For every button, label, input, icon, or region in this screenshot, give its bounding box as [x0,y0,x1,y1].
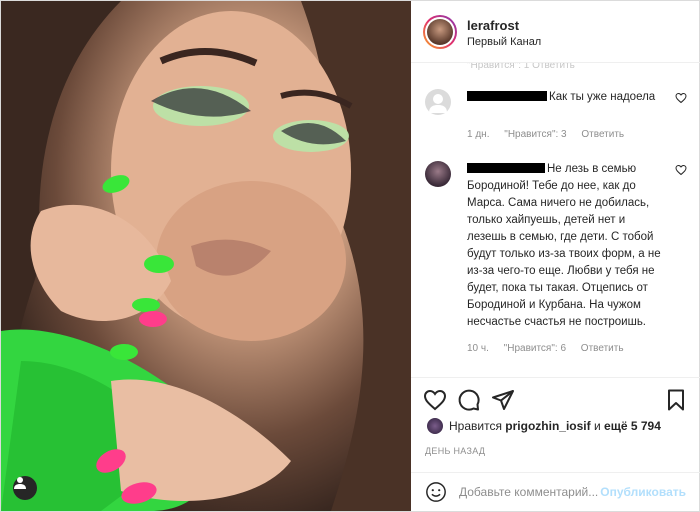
ghost-comment-meta: "Нравится": 1 Ответить [467,63,575,71]
comment-meta: 1 дн. "Нравится": 3 Ответить [467,129,636,140]
commenter-avatar[interactable] [425,161,451,187]
post-sidebar: lerafrost Первый Канал "Нравится": 1 Отв… [411,1,700,511]
post-header: lerafrost Первый Канал [411,1,700,63]
liker-username[interactable]: prigozhin_iosif [505,419,590,433]
redacted-username [467,91,547,101]
commenter-avatar[interactable] [425,89,451,115]
comment-icon[interactable] [457,388,481,412]
comment-meta: 10 ч. "Нравится": 6 Ответить [467,343,636,354]
instagram-post: lerafrost Первый Канал "Нравится": 1 Отв… [0,0,700,512]
reply-button[interactable]: Ответить [581,343,624,354]
photo-illustration [1,1,411,511]
comments-list[interactable]: "Нравится": 1 Ответить Как ты уже надоел… [411,63,700,377]
author-username[interactable]: lerafrost [467,18,519,33]
likes-count[interactable]: ещё 5 794 [604,419,661,433]
post-photo[interactable] [1,1,411,511]
tagged-users-button[interactable] [13,476,37,500]
comment-time[interactable]: 10 ч. [467,343,489,354]
reply-button[interactable]: Ответить [581,129,624,140]
likes-middle: и [593,419,601,433]
comment-likes[interactable]: "Нравится": 3 [504,129,566,140]
likes-prefix: Нравится [449,419,502,433]
liker-avatar[interactable] [427,418,443,434]
post-location[interactable]: Первый Канал [467,36,541,48]
likes-summary: Нравится prigozhin_iosif и ещё 5 794 [427,418,661,434]
emoji-icon[interactable] [425,481,447,503]
share-icon[interactable] [491,388,515,412]
person-icon [14,477,26,489]
comment-like-heart-icon[interactable] [675,92,687,104]
bookmark-icon[interactable] [664,388,688,412]
post-date[interactable]: ДЕНЬ НАЗАД [425,446,485,456]
comment-time[interactable]: 1 дн. [467,129,489,140]
comment-text: Как ты уже надоела [467,89,667,106]
comment-likes[interactable]: "Нравится": 6 [504,343,566,354]
add-comment-bar: Опубликовать [411,472,700,512]
default-avatar-icon [429,94,447,113]
redacted-username [467,163,545,173]
comment-body: Как ты уже надоела [549,91,656,103]
comment-body: Не лезь в семью Бородиной! Тебе до нее, … [467,163,661,328]
author-avatar[interactable] [423,15,457,49]
heart-icon[interactable] [423,388,447,412]
comment-text: Не лезь в семью Бородиной! Тебе до нее, … [467,161,667,331]
post-actions: Нравится prigozhin_iosif и ещё 5 794 ДЕН… [411,377,700,511]
comment-input[interactable] [459,485,609,499]
comment-like-heart-icon[interactable] [675,164,687,176]
publish-button[interactable]: Опубликовать [600,485,686,499]
